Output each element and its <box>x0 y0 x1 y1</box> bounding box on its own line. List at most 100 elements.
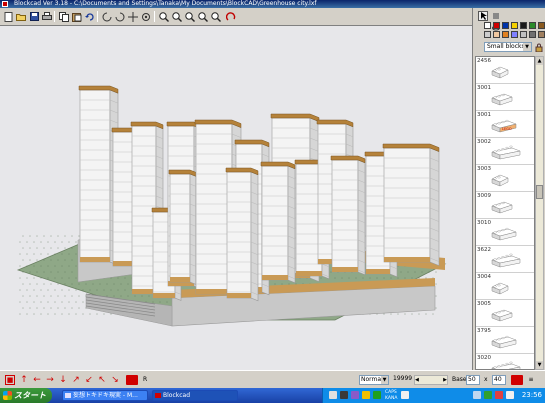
move-icon[interactable] <box>127 10 139 23</box>
rotate-left-icon[interactable] <box>101 10 113 23</box>
chevron-down-icon[interactable]: ▼ <box>381 376 388 384</box>
move-up-icon[interactable]: ↑ <box>19 375 29 385</box>
base-label: Base <box>452 376 467 383</box>
part-item[interactable]: 3020 <box>476 354 534 369</box>
color-swatch[interactable] <box>538 22 545 29</box>
color-swatch[interactable] <box>502 22 509 29</box>
brick-icon[interactable] <box>126 375 138 385</box>
start-button[interactable]: スタート <box>0 388 52 403</box>
keyboard-icon[interactable] <box>340 391 348 399</box>
color-swatch[interactable] <box>529 22 536 29</box>
ime-icon[interactable] <box>351 391 359 399</box>
scroll-right-icon[interactable]: ▶ <box>443 376 447 384</box>
move-up-left-icon[interactable]: ↖ <box>97 375 107 385</box>
move-left-icon[interactable]: ← <box>32 375 42 385</box>
lock-icon[interactable] <box>534 42 544 52</box>
input-method-icon[interactable] <box>329 391 337 399</box>
brick-count-value: 19999 <box>393 375 413 382</box>
main-toolbar <box>0 8 472 26</box>
properties-icon[interactable]: ≡ <box>526 375 536 385</box>
zoom-fit-icon[interactable] <box>184 10 196 23</box>
color-swatch[interactable] <box>493 31 500 38</box>
part-item[interactable]: 3622 <box>476 246 534 273</box>
base-x-input[interactable]: 50 <box>466 375 480 385</box>
parts-list: 2456 3001 3001 LEGO 3002 3003 3009 3010 3622 3004… <box>475 56 535 370</box>
move-up-right-icon[interactable]: ↗ <box>71 375 81 385</box>
part-item[interactable]: 3001 <box>476 84 534 111</box>
app-icon <box>2 1 8 7</box>
copy-icon[interactable] <box>58 10 70 23</box>
rotate-right-icon[interactable] <box>114 10 126 23</box>
zoom-in-icon[interactable] <box>158 10 170 23</box>
taskbar-item-browser[interactable]: 妄想トキドキ現実 - M... <box>62 390 148 401</box>
brick-preview-icon: LEGO <box>491 119 517 133</box>
part-item[interactable]: 3010 <box>476 219 534 246</box>
base-y-input[interactable]: 40 <box>492 375 506 385</box>
move-right-icon[interactable]: → <box>45 375 55 385</box>
color-swatch[interactable] <box>520 31 527 38</box>
part-item[interactable]: 3003 <box>476 165 534 192</box>
undo-icon[interactable] <box>84 10 96 23</box>
print-icon[interactable] <box>41 10 53 23</box>
mode-select[interactable]: Norma ▼ <box>359 375 389 385</box>
paste-icon[interactable] <box>71 10 83 23</box>
antivirus-icon[interactable] <box>484 391 492 399</box>
help-icon[interactable] <box>401 391 409 399</box>
brick-preview-icon <box>491 361 521 369</box>
move-down-icon[interactable]: ↓ <box>58 375 68 385</box>
stop-icon[interactable]: ■ <box>5 375 15 385</box>
part-item[interactable]: 3005 <box>476 300 534 327</box>
count-scrollbar[interactable]: ◀ ▶ <box>414 375 448 385</box>
taskbar-item-blockcad[interactable]: Blockcad <box>152 390 238 401</box>
zoom-window-icon[interactable] <box>210 10 222 23</box>
view-icon[interactable] <box>140 10 152 23</box>
color-swatch[interactable] <box>511 22 518 29</box>
save-icon[interactable] <box>28 10 40 23</box>
taskbar: スタート 妄想トキドキ現実 - M... Blockcad CAPS KANA … <box>0 388 545 403</box>
paint-tool-icon[interactable] <box>491 11 501 21</box>
settings-icon[interactable] <box>373 391 381 399</box>
tower-14 <box>330 155 366 276</box>
chevron-down-icon[interactable]: ▼ <box>523 43 531 51</box>
color-swatch[interactable] <box>502 31 509 38</box>
volume-icon[interactable] <box>506 391 514 399</box>
part-item[interactable]: 3001 LEGO <box>476 111 534 138</box>
scroll-thumb[interactable] <box>536 185 543 199</box>
add-brick-button[interactable] <box>511 375 523 385</box>
scroll-down-icon[interactable]: ▼ <box>536 361 543 369</box>
open-icon[interactable] <box>15 10 27 23</box>
scroll-left-icon[interactable]: ◀ <box>415 376 419 384</box>
move-down-right-icon[interactable]: ↘ <box>110 375 120 385</box>
3d-viewport[interactable] <box>0 26 472 370</box>
color-swatch[interactable] <box>520 22 527 29</box>
scroll-up-icon[interactable]: ▲ <box>536 57 543 65</box>
clock: 23:56 <box>521 391 542 399</box>
color-swatch[interactable] <box>511 31 518 38</box>
color-swatch[interactable] <box>484 22 491 29</box>
brick-preview-icon <box>491 66 509 79</box>
part-item[interactable]: 3795 <box>476 327 534 354</box>
caps-label: CAPS <box>385 390 397 395</box>
parts-scrollbar[interactable]: ▲ ▼ <box>535 56 544 370</box>
part-item[interactable]: 3002 <box>476 138 534 165</box>
part-item[interactable]: 3009 <box>476 192 534 219</box>
color-swatch[interactable] <box>529 31 536 38</box>
new-icon[interactable] <box>2 10 14 23</box>
redraw-icon[interactable] <box>225 10 237 23</box>
select-tool-icon[interactable] <box>478 11 488 21</box>
part-item[interactable]: 3004 <box>476 273 534 300</box>
parts-category-select[interactable]: Small blocks ▼ <box>484 42 532 52</box>
dictionary-icon[interactable] <box>362 391 370 399</box>
color-swatch[interactable] <box>493 22 500 29</box>
color-swatch[interactable] <box>484 31 491 38</box>
color-swatch[interactable] <box>538 31 545 38</box>
start-label: スタート <box>14 391 46 400</box>
part-item[interactable]: 2456 <box>476 57 534 84</box>
zoom-out-icon[interactable] <box>171 10 183 23</box>
kana-label: KANA <box>385 396 398 401</box>
network-icon[interactable] <box>473 391 481 399</box>
part-id: 3009 <box>477 193 491 199</box>
security-icon[interactable] <box>495 391 503 399</box>
zoom-area-icon[interactable] <box>197 10 209 23</box>
move-down-left-icon[interactable]: ↙ <box>84 375 94 385</box>
